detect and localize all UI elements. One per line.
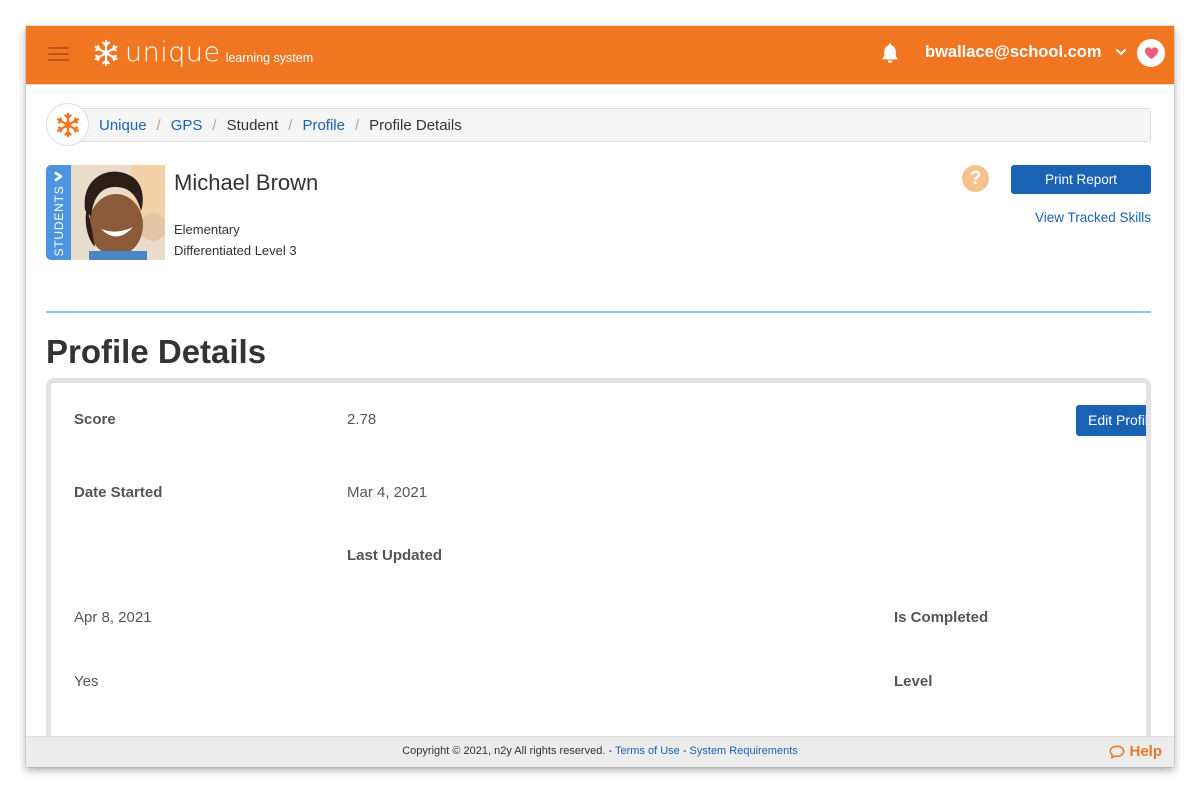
breadcrumb-separator: / bbox=[212, 117, 217, 134]
score-value: 2.78 bbox=[347, 411, 377, 428]
help-label: Help bbox=[1129, 743, 1162, 760]
print-report-button[interactable]: Print Report bbox=[1011, 165, 1151, 194]
heart-icon bbox=[1144, 47, 1158, 60]
profile-details-panel: Score 2.78 Edit Profile Date Started Mar… bbox=[46, 378, 1151, 767]
level-label: Level bbox=[894, 673, 933, 690]
student-grade-band: Elementary bbox=[174, 222, 240, 237]
edit-profile-button[interactable]: Edit Profile bbox=[1076, 405, 1146, 436]
chat-bubble-icon bbox=[1110, 744, 1125, 759]
student-photo bbox=[71, 165, 165, 260]
unique-logo[interactable]: unique learning system bbox=[92, 38, 313, 68]
student-level: Differentiated Level 3 bbox=[174, 243, 297, 258]
terms-of-use-link[interactable]: Terms of Use bbox=[615, 745, 680, 757]
breadcrumb-item-profile-details: Profile Details bbox=[369, 117, 462, 134]
student-portrait-image bbox=[71, 165, 165, 260]
help-question-icon[interactable]: ? bbox=[962, 165, 989, 192]
page-title: Profile Details bbox=[46, 333, 267, 370]
menu-hamburger-icon[interactable] bbox=[48, 47, 69, 61]
breadcrumb-item-profile[interactable]: Profile bbox=[302, 117, 345, 134]
chevron-down-icon[interactable] bbox=[1115, 47, 1127, 57]
help-button[interactable]: Help bbox=[1109, 743, 1162, 760]
students-tab-label: STUDENTS bbox=[51, 185, 66, 257]
date-started-label: Date Started bbox=[74, 484, 163, 501]
breadcrumb-separator: / bbox=[288, 117, 293, 134]
breadcrumb-separator: / bbox=[355, 117, 360, 134]
page-footer: Copyright © 2021, n2y All rights reserve… bbox=[26, 736, 1174, 767]
students-drawer-tab[interactable]: STUDENTS bbox=[46, 165, 71, 260]
brand-wordmark: unique bbox=[125, 37, 221, 68]
snowflake-logo-icon bbox=[94, 39, 118, 67]
breadcrumb-item-gps[interactable]: GPS bbox=[171, 117, 203, 134]
chevron-right-icon bbox=[54, 171, 63, 182]
brand-tagline: learning system bbox=[225, 51, 314, 65]
is-completed-label: Is Completed bbox=[894, 609, 989, 626]
is-completed-value: Yes bbox=[74, 673, 99, 690]
system-requirements-link[interactable]: System Requirements bbox=[690, 745, 798, 757]
user-avatar[interactable] bbox=[1137, 39, 1165, 67]
section-divider bbox=[46, 311, 1151, 313]
top-navigation-bar: unique learning system bwallace@school.c… bbox=[26, 26, 1174, 85]
browser-window: unique learning system bwallace@school.c… bbox=[26, 26, 1174, 767]
view-tracked-skills-link[interactable]: View Tracked Skills bbox=[1035, 210, 1151, 225]
footer-separator: - bbox=[679, 745, 690, 757]
breadcrumb-home[interactable] bbox=[46, 103, 89, 146]
breadcrumb-item-unique[interactable]: Unique bbox=[99, 117, 147, 134]
last-updated-label: Last Updated bbox=[347, 547, 443, 564]
score-label: Score bbox=[74, 411, 116, 428]
copyright-text: Copyright © 2021, n2y All rights reserve… bbox=[402, 745, 615, 757]
user-account-menu[interactable]: bwallace@school.com bbox=[925, 43, 1102, 62]
footer-text: Copyright © 2021, n2y All rights reserve… bbox=[26, 745, 1174, 757]
breadcrumb-separator: / bbox=[156, 117, 161, 134]
snowflake-home-icon bbox=[56, 112, 79, 137]
student-name: Michael Brown bbox=[174, 170, 319, 195]
breadcrumb-items: Unique / GPS / Student / Profile / Profi… bbox=[99, 117, 462, 134]
breadcrumb-item-student: Student bbox=[226, 117, 279, 134]
date-started-value: Mar 4, 2021 bbox=[347, 484, 428, 501]
notifications-bell-icon[interactable] bbox=[880, 42, 900, 64]
last-updated-value: Apr 8, 2021 bbox=[74, 609, 152, 626]
